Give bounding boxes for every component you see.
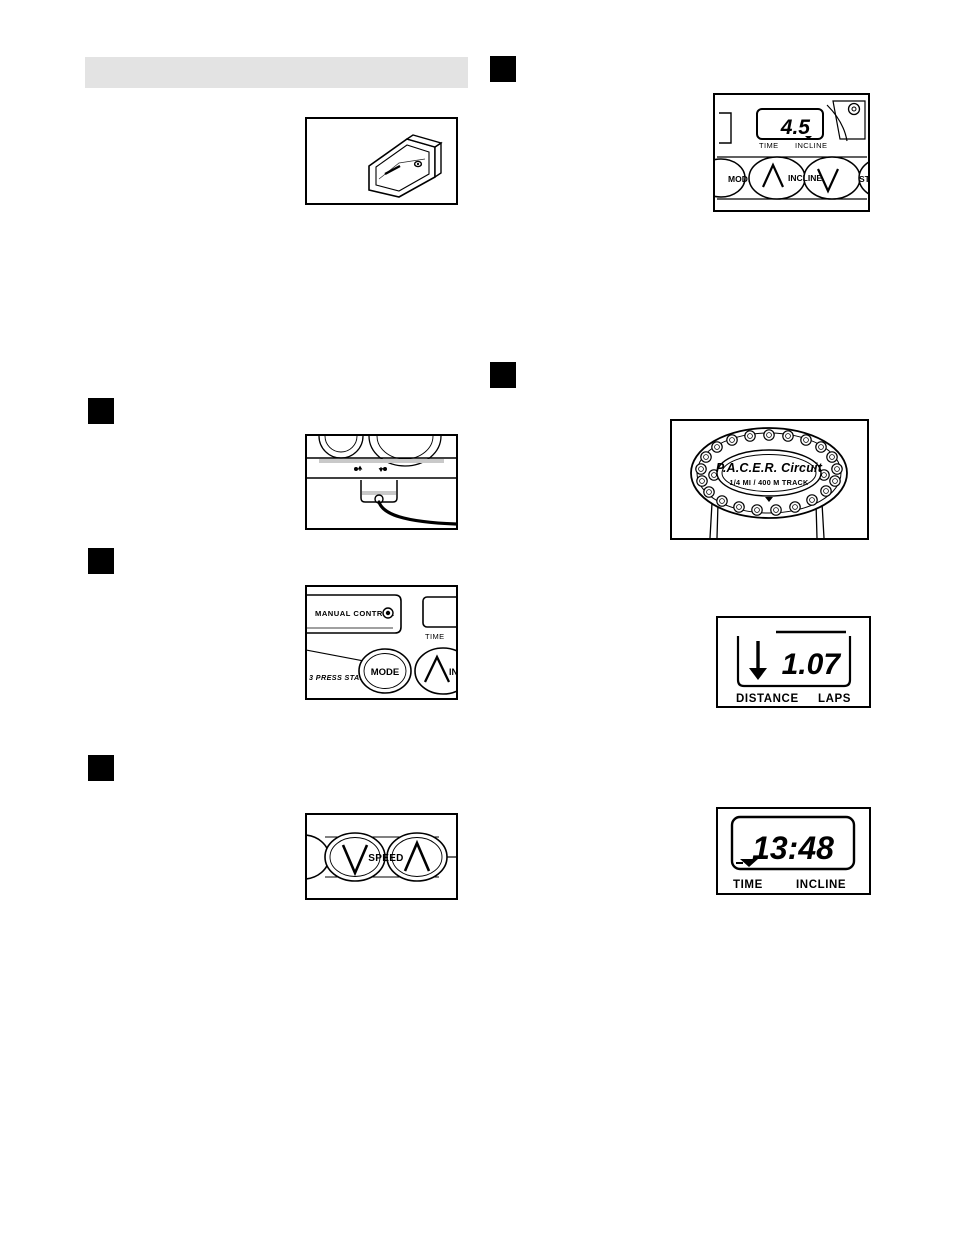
section-header-bar xyxy=(85,57,468,88)
laps-label: LAPS xyxy=(818,693,851,705)
step-marker-e xyxy=(88,755,114,781)
step-marker-b xyxy=(88,398,114,424)
time-label: TIME xyxy=(733,879,763,891)
figure-manual-control-panel: MANUAL CONTROL TIME 3 PRESS START MODE I… xyxy=(305,585,458,700)
step-marker-d xyxy=(88,548,114,574)
incline-display-right-label: INCLINE xyxy=(795,141,827,150)
figure-console-incline-readout: 4.5 TIME INCLINE MODE INCLINE START xyxy=(713,93,870,212)
manual-mode-button-label: MODE xyxy=(371,667,400,678)
incline-button-label: INCLINE xyxy=(788,173,822,183)
figure-speed-buttons: SPEED xyxy=(305,813,458,900)
distance-label: DISTANCE xyxy=(736,693,799,705)
incline-display-left-label: TIME xyxy=(759,141,779,150)
manual-page: 4.5 TIME INCLINE MODE INCLINE START xyxy=(0,0,954,1235)
incline-display-value: 4.5 xyxy=(780,116,811,139)
incline-label: INCLINE xyxy=(796,879,846,891)
pacer-sub-text: 1/4 MI / 400 M TRACK xyxy=(729,478,809,487)
speed-button-label: SPEED xyxy=(368,853,403,864)
manual-incline-button-label: INCLINE xyxy=(449,667,456,677)
time-display-value: 13:48 xyxy=(752,830,834,866)
distance-display-value: 1.07 xyxy=(782,648,842,681)
pacer-brand-text: P.A.C.E.R. Circuit xyxy=(716,461,823,475)
start-button-label: START xyxy=(859,174,868,184)
figure-pacer-circuit-track: P.A.C.E.R. Circuit 1/4 MI / 400 M TRACK xyxy=(670,419,869,540)
figure-distance-laps-readout: 1.07 DISTANCE LAPS xyxy=(716,616,871,708)
figure-time-incline-readout: 13:48 TIME INCLINE xyxy=(716,807,871,895)
step-marker-c xyxy=(490,362,516,388)
step-marker-a xyxy=(490,56,516,82)
figure-reset-circuit-breaker xyxy=(305,117,458,205)
manual-control-display-label: TIME xyxy=(425,632,445,641)
figure-safety-key-clip xyxy=(305,434,458,530)
